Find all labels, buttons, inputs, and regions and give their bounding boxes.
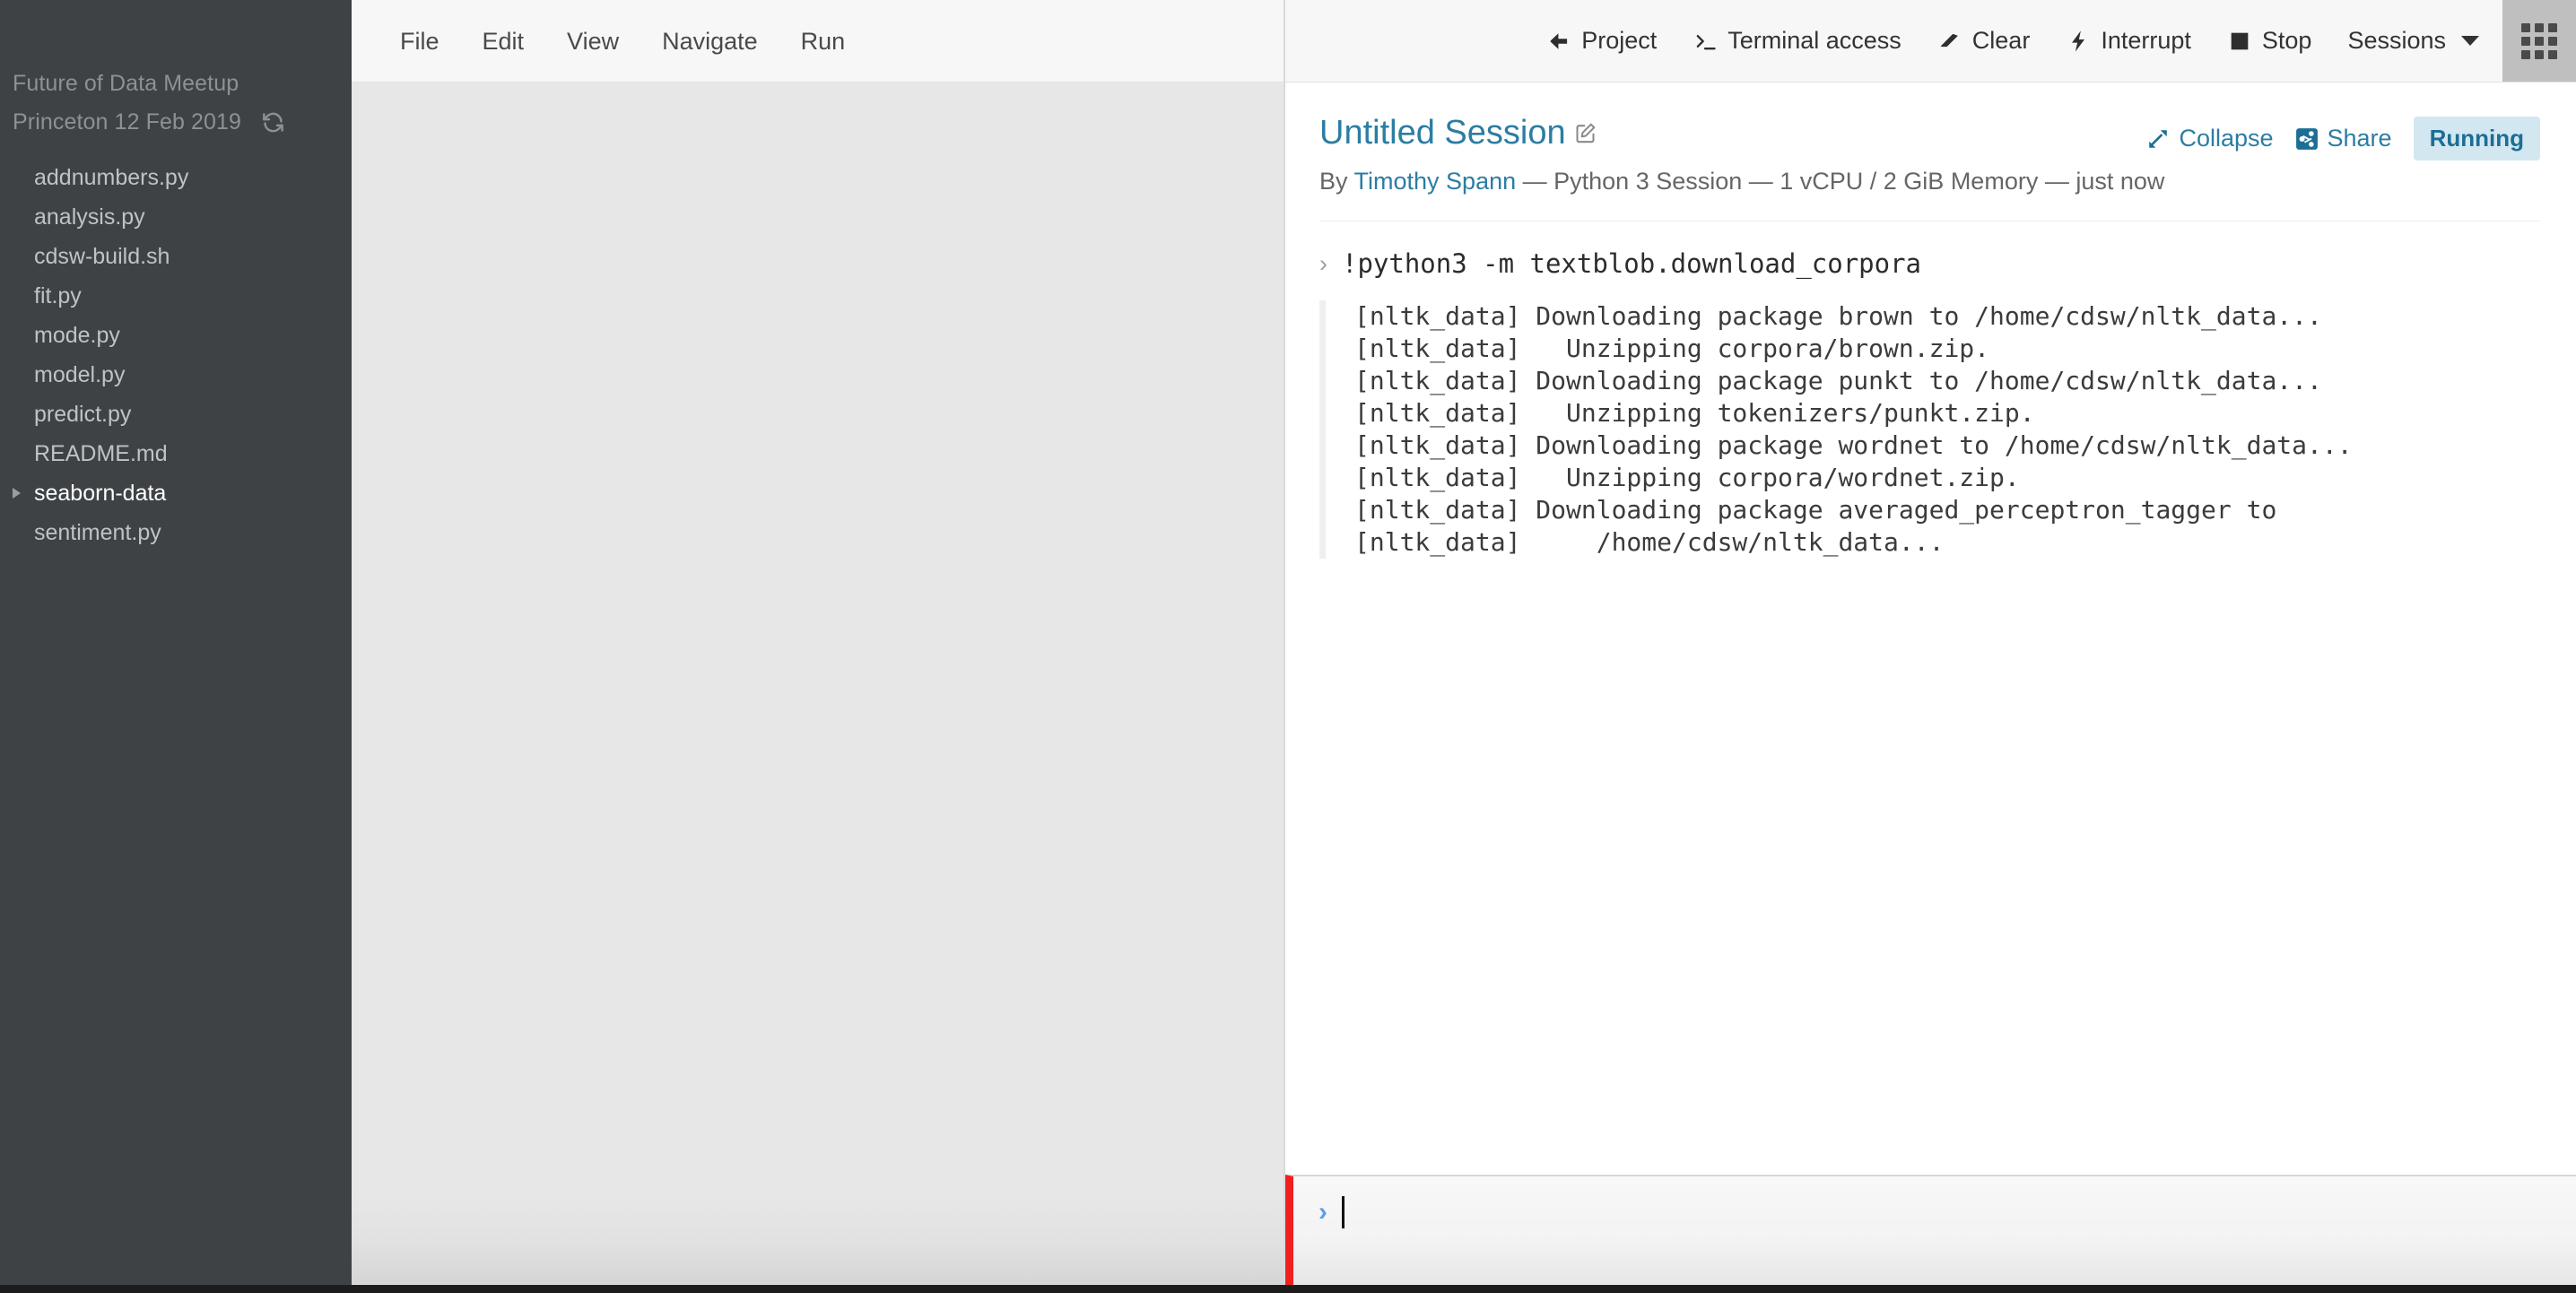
interrupt-button[interactable]: Interrupt [2048,0,2209,82]
window-bottom-strip [0,1285,2576,1293]
session-header: Untitled Session Collapse Share Running … [1285,82,2576,221]
session-author-link[interactable]: Timothy Spann [1354,168,1517,195]
menu-item-file[interactable]: File [379,0,461,82]
collapse-label: Collapse [2179,125,2274,152]
sidebar-header: Future of Data Meetup Princeton 12 Feb 2… [0,0,352,142]
list-item[interactable]: fit.py [0,276,352,316]
text-cursor [1342,1196,1345,1228]
output-line: [nltk_data] Unzipping corpora/wordnet.zi… [1354,463,2020,492]
status-badge: Running [2413,117,2540,161]
console-input-area[interactable]: › [1285,1175,2576,1293]
list-item[interactable]: cdsw-build.sh [0,237,352,276]
interrupt-button-label: Interrupt [2101,27,2191,54]
cdsw-workbench: Future of Data Meetup Princeton 12 Feb 2… [0,0,2576,1293]
sessions-dropdown-label: Sessions [2347,27,2446,54]
edit-pencil-icon[interactable] [1573,121,1597,145]
output-line: [nltk_data] /home/cdsw/nltk_data... [1354,527,1945,557]
console-output[interactable]: › !python3 -m textblob.download_corpora … [1285,221,2576,1175]
list-item[interactable]: sentiment.py [0,513,352,552]
share-label: Share [2327,125,2392,152]
console-output-block: [nltk_data] Downloading package brown to… [1319,300,2540,559]
sessions-dropdown[interactable]: Sessions [2329,0,2497,82]
chevron-right-icon[interactable] [13,488,21,499]
file-name: predict.py [34,402,132,427]
collapse-arrows-icon [2146,127,2170,151]
session-title[interactable]: Untitled Session [1319,113,1566,152]
terminal-prompt-icon [1693,29,1718,54]
file-name: addnumbers.py [34,165,189,190]
terminal-access-button[interactable]: Terminal access [1675,0,1919,82]
stop-square-icon [2227,29,2252,54]
list-item[interactable]: addnumbers.py [0,158,352,197]
session-title-wrap: Untitled Session [1319,113,1597,152]
project-button-label: Project [1581,27,1658,54]
output-line: [nltk_data] Downloading package wordnet … [1354,430,2353,460]
list-item[interactable]: analysis.py [0,197,352,237]
grid-apps-icon [2521,22,2557,59]
file-list: addnumbers.py analysis.py cdsw-build.sh … [0,158,352,552]
output-line: [nltk_data] Downloading package punkt to… [1354,366,2322,395]
clear-button-label: Clear [1971,27,2031,54]
project-button[interactable]: Project [1528,0,1675,82]
input-prompt-chevron-icon: › [1318,1197,1327,1227]
console-command-line: › !python3 -m textblob.download_corpora [1319,245,2540,282]
clear-button[interactable]: Clear [1919,0,2049,82]
menu-bar: File Edit View Navigate Run [352,0,1284,82]
lightning-bolt-icon [2066,29,2091,54]
list-item-folder-seaborn-data[interactable]: seaborn-data [0,473,352,513]
session-meta: By Timothy Spann — Python 3 Session — 1 … [1319,168,2540,195]
chevron-down-icon [2461,36,2479,46]
file-sidebar: Future of Data Meetup Princeton 12 Feb 2… [0,0,352,1293]
apps-grid-button[interactable] [2502,0,2576,82]
share-nodes-icon [2295,127,2319,151]
stop-button-label: Stop [2261,27,2312,54]
list-item[interactable]: mode.py [0,316,352,355]
menu-item-edit[interactable]: Edit [461,0,546,82]
file-name: fit.py [34,283,82,308]
file-name: cdsw-build.sh [34,244,170,269]
list-item[interactable]: predict.py [0,395,352,434]
output-line: [nltk_data] Unzipping corpora/brown.zip. [1354,334,1990,363]
collapse-button[interactable]: Collapse [2146,125,2274,152]
session-meta-by-prefix: By [1319,168,1354,195]
menu-item-navigate[interactable]: Navigate [640,0,779,82]
file-name: mode.py [34,323,120,348]
session-header-row: Untitled Session Collapse Share Running [1319,113,2540,161]
output-line: [nltk_data] Unzipping tokenizers/punkt.z… [1354,398,2035,428]
refresh-icon[interactable] [261,110,285,135]
session-actions: Collapse Share Running [2146,113,2540,161]
list-item[interactable]: model.py [0,355,352,395]
prompt-chevron-icon: › [1319,250,1327,277]
editor-canvas[interactable] [352,82,1284,1293]
editor-pane: File Edit View Navigate Run [352,0,1285,1293]
project-title-line2: Princeton 12 Feb 2019 [13,109,242,135]
stop-button[interactable]: Stop [2209,0,2330,82]
file-name: analysis.py [34,204,145,230]
menu-item-run[interactable]: Run [779,0,867,82]
project-title-row-2: Princeton 12 Feb 2019 [13,103,352,142]
console-pane: Project Terminal access Clear Interrupt … [1285,0,2576,1293]
console-command-text: !python3 -m textblob.download_corpora [1342,248,1922,279]
file-name: sentiment.py [34,520,161,545]
output-line: [nltk_data] Downloading package averaged… [1354,495,2277,525]
folder-name: seaborn-data [34,481,167,506]
share-button[interactable]: Share [2295,125,2392,152]
terminal-access-label: Terminal access [1727,27,1902,54]
project-title-line1: Future of Data Meetup [13,71,239,96]
file-name: README.md [34,441,168,466]
toolbar-items: Project Terminal access Clear Interrupt … [1528,0,2502,82]
eraser-icon [1937,29,1962,54]
menu-item-view[interactable]: View [545,0,640,82]
file-name: model.py [34,362,126,387]
session-toolbar: Project Terminal access Clear Interrupt … [1285,0,2576,82]
output-line: [nltk_data] Downloading package brown to… [1354,301,2322,331]
list-item[interactable]: README.md [0,434,352,473]
arrow-left-icon [1546,29,1571,54]
session-meta-suffix: — Python 3 Session — 1 vCPU / 2 GiB Memo… [1516,168,2165,195]
